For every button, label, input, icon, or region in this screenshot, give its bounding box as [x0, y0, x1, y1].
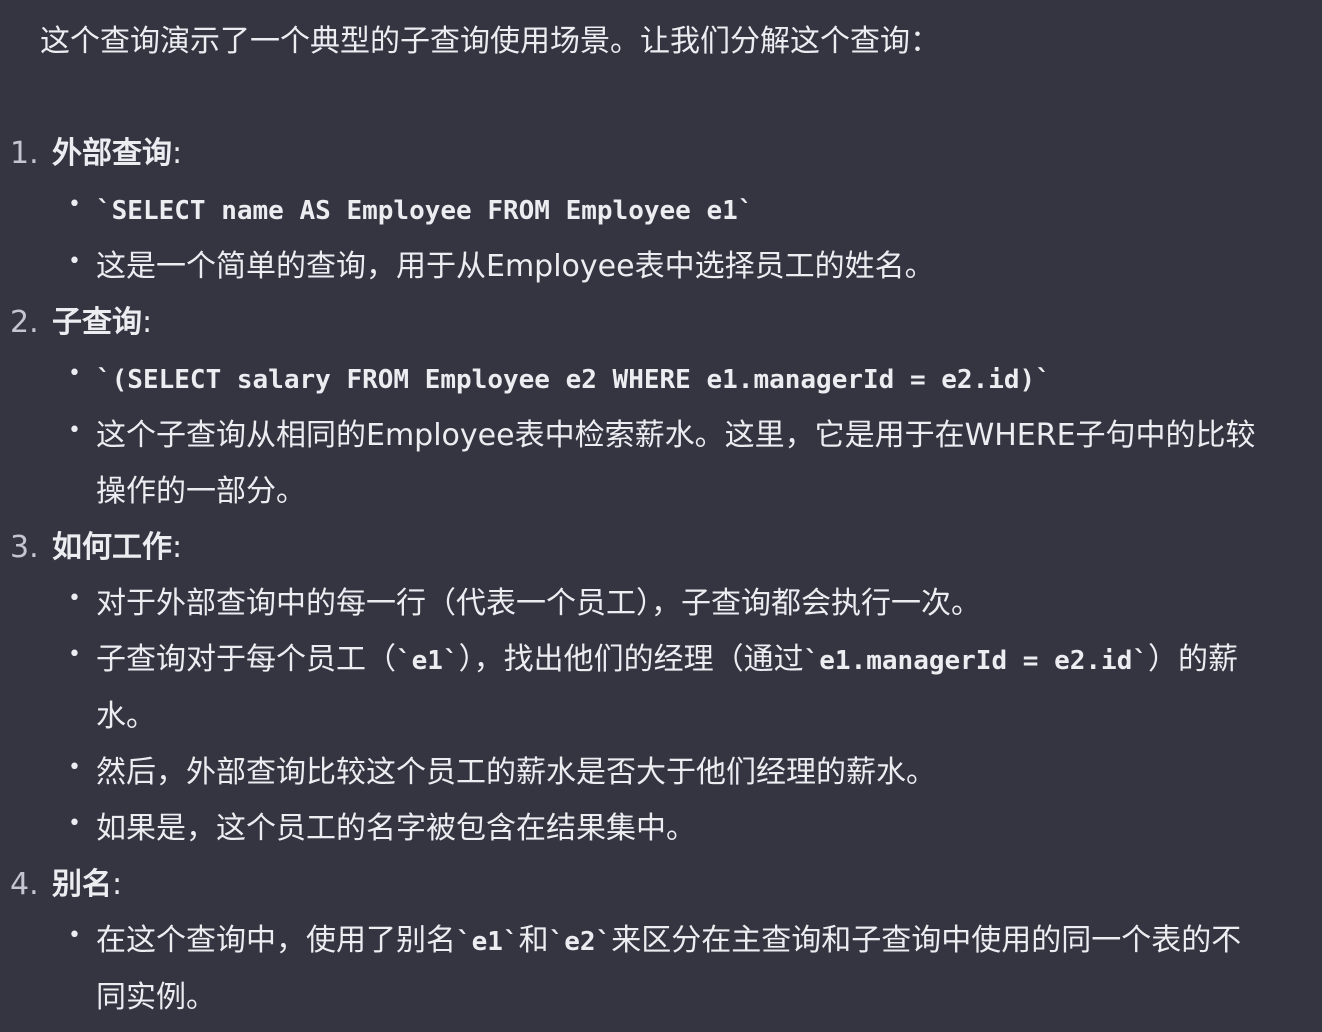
section-title: 外部查询 — [52, 136, 172, 171]
bullet-icon: • — [68, 192, 81, 217]
inline-code: `e1.managerId = e2.id` — [803, 646, 1148, 676]
bullet-icon: • — [68, 811, 81, 836]
section-title: 如何工作 — [52, 530, 172, 565]
section-subquery: 2. 子查询: • `(SELECT salary FROM Employee … — [0, 295, 1322, 520]
list-item: • 在这个查询中，使用了别名`e1`和`e2`来区分在主查询和子查询中使用的同一… — [0, 913, 1322, 1026]
list-item-text: 这是一个简单的查询，用于从Employee表中选择员工的姓名。 — [96, 249, 935, 284]
section-heading: 4. 别名: — [0, 857, 1322, 913]
list-item: • 这是一个简单的查询，用于从Employee表中选择员工的姓名。 — [0, 239, 1322, 295]
list-item-text: ），找出他们的经理（通过 — [458, 642, 804, 677]
section-title: 别名 — [52, 867, 112, 902]
section-heading: 2. 子查询: — [0, 295, 1322, 351]
section-colon: : — [112, 867, 123, 902]
bullet-icon: • — [68, 249, 81, 274]
section-how-it-works: 3. 如何工作: • 对于外部查询中的每一行（代表一个员工），子查询都会执行一次… — [0, 520, 1322, 857]
bullet-icon: • — [68, 586, 81, 611]
section-heading: 3. 如何工作: — [0, 520, 1322, 576]
section-outer-query: 1. 外部查询: • `SELECT name AS Employee FROM… — [0, 126, 1322, 295]
list-item: • 如果是，这个员工的名字被包含在结果集中。 — [0, 801, 1322, 857]
list-item: • 这个子查询从相同的Employee表中检索薪水。这里，它是用于在WHERE子… — [0, 408, 1322, 520]
list-item-text: 和 — [518, 923, 549, 958]
bullet-icon: • — [68, 923, 81, 948]
list-item: • `SELECT name AS Employee FROM Employee… — [0, 182, 1322, 239]
inline-code: `e2` — [548, 927, 612, 957]
list-item-text: 子查询对于每个员工（ — [96, 642, 396, 677]
section-title: 子查询 — [52, 305, 142, 340]
inline-code: `(SELECT salary FROM Employee e2 WHERE e… — [96, 365, 1051, 395]
list-item: • 对于外部查询中的每一行（代表一个员工），子查询都会执行一次。 — [0, 576, 1322, 632]
list-item-text: 然后，外部查询比较这个员工的薪水是否大于他们经理的薪水。 — [96, 755, 936, 790]
list-number: 1. — [10, 136, 39, 171]
bullet-icon: • — [68, 418, 81, 443]
bullet-icon: • — [68, 361, 81, 386]
list-item-text: 这个子查询从相同的Employee表中检索薪水。这里，它是用于在WHERE子句中… — [96, 418, 1256, 509]
bullet-list: • 对于外部查询中的每一行（代表一个员工），子查询都会执行一次。 • 子查询对于… — [0, 576, 1322, 857]
list-number: 4. — [10, 867, 39, 902]
section-heading: 1. 外部查询: — [0, 126, 1322, 182]
list-item: • 子查询对于每个员工（`e1`），找出他们的经理（通过`e1.managerI… — [0, 632, 1322, 745]
section-aliases: 4. 别名: • 在这个查询中，使用了别名`e1`和`e2`来区分在主查询和子查… — [0, 857, 1322, 1026]
inline-code: `e1` — [396, 646, 459, 676]
bullet-list: • `SELECT name AS Employee FROM Employee… — [0, 182, 1322, 295]
bullet-list: • `(SELECT salary FROM Employee e2 WHERE… — [0, 351, 1322, 520]
inline-code: `e1` — [456, 927, 519, 957]
message-content: 这个查询演示了一个典型的子查询使用场景。让我们分解这个查询： 1. 外部查询: … — [0, 14, 1322, 1026]
bullet-icon: • — [68, 755, 81, 780]
intro-paragraph: 这个查询演示了一个典型的子查询使用场景。让我们分解这个查询： — [40, 24, 940, 59]
section-colon: : — [172, 136, 183, 171]
list-item: • `(SELECT salary FROM Employee e2 WHERE… — [0, 351, 1322, 408]
list-number: 3. — [10, 530, 39, 565]
bullet-list: • 在这个查询中，使用了别名`e1`和`e2`来区分在主查询和子查询中使用的同一… — [0, 913, 1322, 1026]
inline-code: `SELECT name AS Employee FROM Employee e… — [96, 196, 754, 226]
list-item-text: 在这个查询中，使用了别名 — [96, 923, 456, 958]
list-number: 2. — [10, 305, 39, 340]
section-colon: : — [172, 530, 183, 565]
list-item: • 然后，外部查询比较这个员工的薪水是否大于他们经理的薪水。 — [0, 745, 1322, 801]
list-item-text: 如果是，这个员工的名字被包含在结果集中。 — [96, 811, 696, 846]
section-colon: : — [142, 305, 153, 340]
list-item-text: 对于外部查询中的每一行（代表一个员工），子查询都会执行一次。 — [96, 586, 981, 621]
bullet-icon: • — [68, 642, 81, 667]
